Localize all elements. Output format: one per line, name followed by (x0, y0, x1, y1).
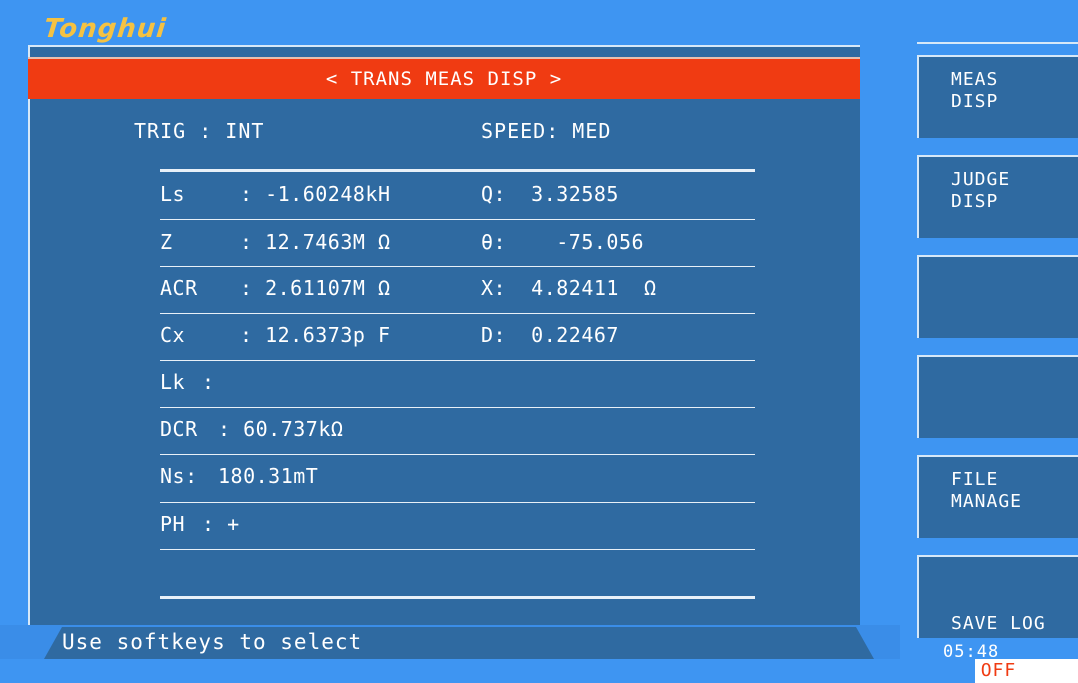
save-log-state: OFF (974, 659, 1078, 683)
ls-value: : -1.60248kH (240, 182, 391, 206)
acr-value: : 2.61107M Ω (240, 276, 391, 300)
ls-label: Ls (160, 182, 186, 206)
clock-time: 05:48 (943, 642, 1000, 662)
row-divider (160, 219, 755, 220)
softkey-empty-3[interactable] (917, 255, 1078, 338)
tonghui-logo: Tonghui (42, 14, 168, 44)
z-row: Z : 12.7463M Ω (160, 230, 391, 254)
lk-label: Lk (160, 370, 186, 394)
z-value: : 12.7463M Ω (240, 230, 391, 254)
top-divider (160, 169, 755, 172)
row-divider (160, 549, 755, 550)
bottom-divider (160, 596, 755, 599)
d-value: D: 0.22467 (481, 323, 619, 347)
dcr-value: : 60.737kΩ (218, 417, 344, 441)
row-divider (160, 313, 755, 314)
softkey-save-log[interactable]: SAVE LOG OFF (917, 555, 1078, 683)
row-divider (160, 407, 755, 408)
softkey-meas-disp[interactable]: MEAS DISP (917, 55, 1078, 138)
ph-row: PH: + (160, 512, 240, 536)
speed-mode[interactable]: SPEED: MED (481, 119, 611, 143)
ph-value: : + (202, 512, 240, 536)
row-divider (160, 266, 755, 267)
ls-row: Ls : -1.60248kH (160, 182, 391, 206)
row-divider (160, 454, 755, 455)
acr-row: ACR : 2.61107M Ω (160, 276, 391, 300)
cx-value: : 12.6373p F (240, 323, 391, 347)
status-message: Use softkeys to select (62, 630, 363, 654)
ns-row: Ns: 180.31mT (160, 464, 318, 488)
softkey-file-manage[interactable]: FILE MANAGE (917, 455, 1078, 538)
dcr-row: DCR: 60.737kΩ (160, 417, 343, 441)
page-title: < TRANS MEAS DISP > (28, 57, 860, 99)
cx-row: Cx : 12.6373p F (160, 323, 391, 347)
ns-value: 180.31mT (218, 464, 319, 488)
cx-label: Cx (160, 323, 186, 347)
row-divider (160, 360, 755, 361)
x-value: X: 4.82411 Ω (481, 276, 657, 300)
softkey-divider (917, 42, 1078, 44)
softkey-judge-disp[interactable]: JUDGE DISP (917, 155, 1078, 238)
q-value: Q: 3.32585 (481, 182, 619, 206)
acr-label: ACR (160, 276, 198, 300)
theta-value: θ: -75.056 (481, 230, 645, 254)
lk-value: : (202, 370, 215, 394)
row-divider (160, 502, 755, 503)
trigger-mode[interactable]: TRIG : INT (134, 119, 264, 143)
z-label: Z (160, 230, 173, 254)
save-log-label: SAVE LOG (951, 613, 1046, 634)
softkey-empty-4[interactable] (917, 355, 1078, 438)
lk-row: Lk: (160, 370, 240, 394)
